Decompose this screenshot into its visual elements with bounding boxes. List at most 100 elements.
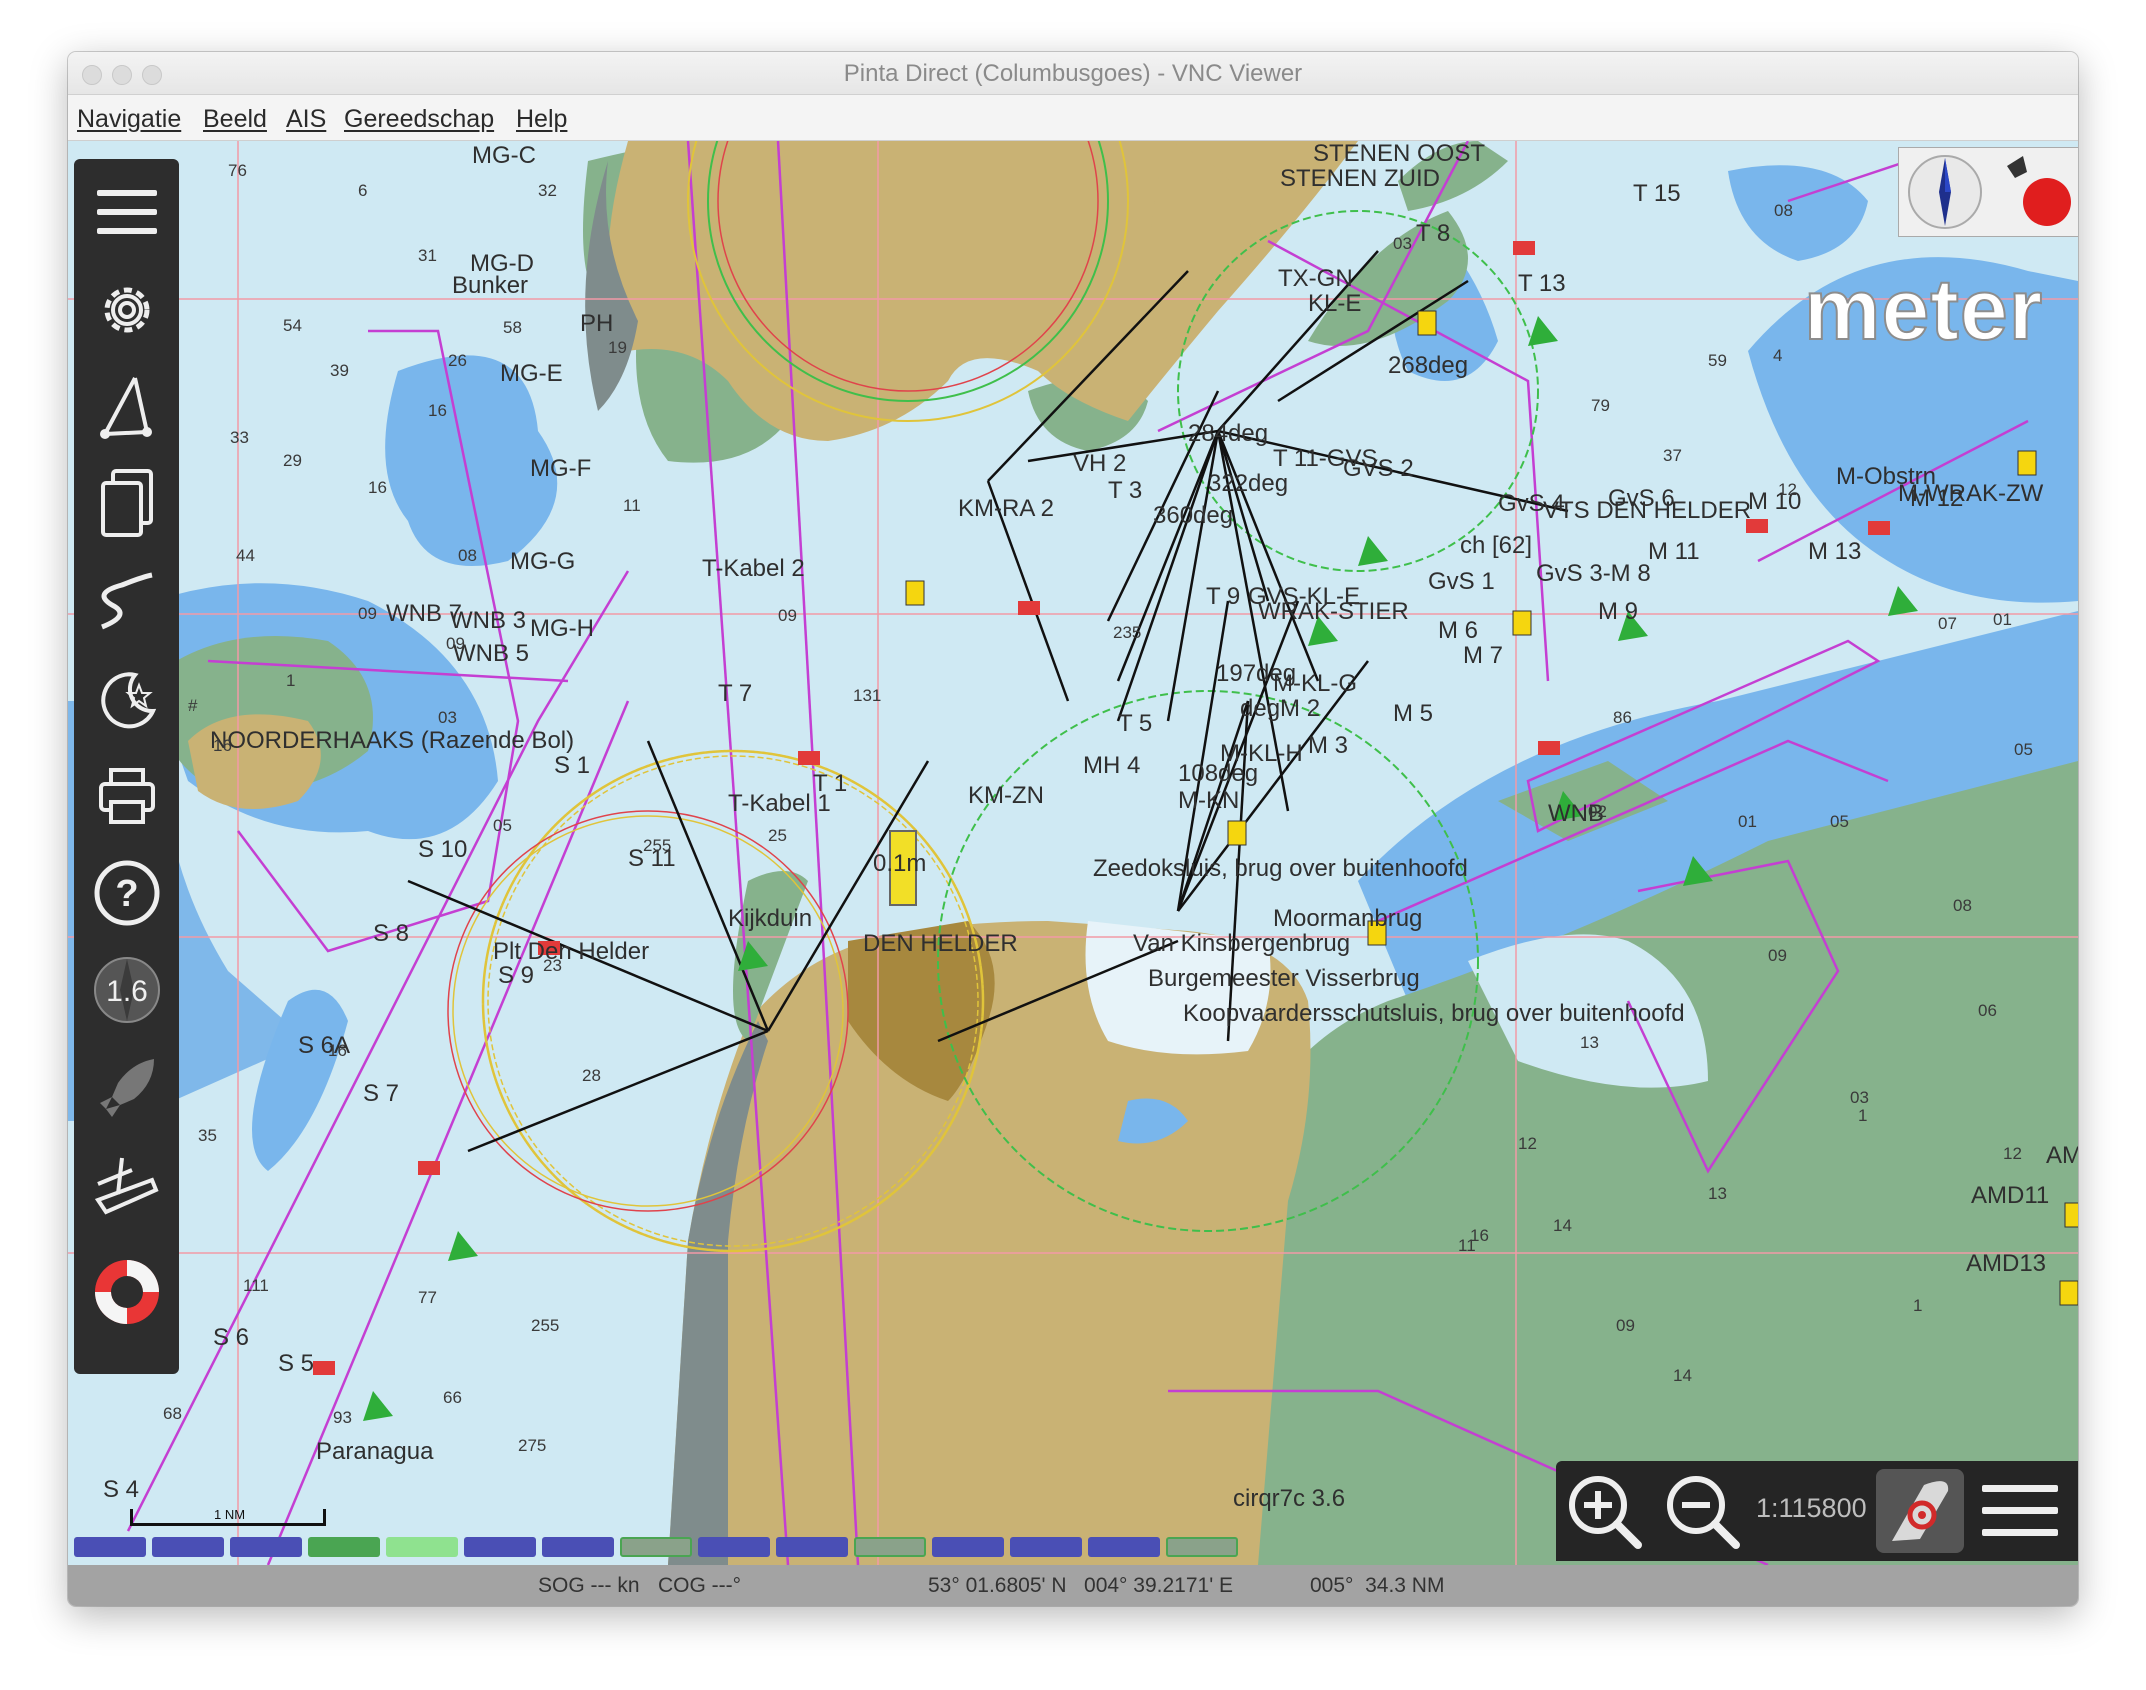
svg-text:76: 76	[228, 161, 247, 180]
menu-ais[interactable]: AIS	[286, 105, 326, 134]
compass-panel	[1898, 147, 2078, 237]
north-arrow-icon[interactable]	[1905, 152, 1985, 232]
boat-position-icon[interactable]	[1876, 1469, 1964, 1553]
lifebuoy-icon[interactable]	[84, 1249, 170, 1335]
svg-text:1: 1	[286, 671, 295, 690]
svg-text:03: 03	[1850, 1088, 1869, 1107]
chart-canvas[interactable]: STENEN OOST STENEN ZUID T 15 MG-C MG-D B…	[68, 141, 2078, 1565]
svg-text:79: 79	[1591, 396, 1610, 415]
svg-text:108deg: 108deg	[1178, 760, 1258, 787]
units-overlay: meter	[1803, 261, 2044, 359]
svg-text:13: 13	[1580, 1033, 1599, 1052]
svg-text:S 7: S 7	[363, 1080, 399, 1107]
print-icon[interactable]	[84, 753, 170, 839]
chart-scale[interactable]: 1:115800	[1756, 1493, 1867, 1524]
svg-text:T-Kabel 2: T-Kabel 2	[702, 555, 805, 582]
svg-text:4: 4	[1773, 346, 1782, 365]
svg-text:MH 4: MH 4	[1083, 752, 1140, 779]
svg-text:05: 05	[493, 816, 512, 835]
svg-text:08: 08	[458, 546, 477, 565]
svg-text:T 15: T 15	[1633, 180, 1681, 207]
svg-text:02: 02	[1588, 802, 1607, 821]
svg-text:T 8: T 8	[1416, 220, 1450, 247]
speed-compass-icon[interactable]: 1.6	[84, 947, 170, 1033]
svg-text:STENEN ZUID: STENEN ZUID	[1280, 165, 1440, 192]
svg-text:68: 68	[163, 1404, 182, 1423]
track-icon[interactable]	[84, 559, 170, 645]
svg-text:Moormanbrug: Moormanbrug	[1273, 905, 1422, 932]
svg-text:NOORDERHAAKS (Razende Bol): NOORDERHAAKS (Razende Bol)	[210, 727, 574, 754]
hamburger-menu-icon[interactable]	[84, 169, 170, 255]
svg-text:29: 29	[283, 451, 302, 470]
svg-text:08: 08	[1953, 896, 1972, 915]
svg-text:M 11: M 11	[1648, 538, 1700, 565]
menu-help[interactable]: Help	[516, 105, 567, 134]
svg-text:AM: AM	[2046, 1142, 2078, 1169]
svg-text:268deg: 268deg	[1388, 352, 1468, 379]
documents-icon[interactable]	[84, 461, 170, 547]
svg-text:GvS 1: GvS 1	[1428, 568, 1495, 595]
svg-text:1: 1	[1913, 1296, 1922, 1315]
svg-text:05: 05	[1830, 812, 1849, 831]
svg-text:Paranagua: Paranagua	[316, 1438, 434, 1465]
shallow-water-area	[1728, 165, 1868, 261]
rocket-icon[interactable]	[84, 1045, 170, 1131]
nautical-chart[interactable]: STENEN OOST STENEN ZUID T 15 MG-C MG-D B…	[68, 141, 2078, 1565]
svg-text:Bunker: Bunker	[452, 272, 528, 299]
svg-text:25: 25	[768, 826, 787, 845]
svg-text:131: 131	[853, 686, 881, 705]
svg-text:VH 2: VH 2	[1073, 450, 1126, 477]
svg-text:VTS DEN HELDER: VTS DEN HELDER	[1543, 497, 1751, 524]
svg-text:05: 05	[2014, 740, 2033, 759]
svg-text:S 9: S 9	[498, 962, 534, 989]
menu-gereedschap[interactable]: Gereedschap	[344, 105, 494, 134]
svg-text:AMD11: AMD11	[1971, 1182, 2049, 1209]
depth-color-strip	[74, 1537, 1238, 1557]
speed-value: 1.6	[106, 975, 148, 1008]
route-compass-icon[interactable]	[84, 364, 170, 450]
svg-text:12: 12	[1778, 480, 1797, 499]
strip-segment	[620, 1537, 692, 1557]
window-title: Pinta Direct (Columbusgoes) - VNC Viewer	[843, 60, 1303, 87]
zoom-out-icon[interactable]	[1658, 1469, 1746, 1553]
svg-text:M 6: M 6	[1438, 617, 1478, 644]
svg-text:ch [62]: ch [62]	[1460, 532, 1532, 559]
svg-text:255: 255	[643, 836, 671, 855]
svg-text:11: 11	[623, 496, 641, 515]
svg-text:16: 16	[368, 478, 387, 497]
svg-text:M 3: M 3	[1308, 732, 1348, 759]
svg-text:S 10: S 10	[418, 836, 467, 863]
svg-text:54: 54	[283, 316, 302, 335]
svg-text:111: 111	[243, 1276, 269, 1295]
svg-text:275: 275	[518, 1436, 546, 1455]
svg-text:WNB 3: WNB 3	[450, 607, 526, 634]
record-track-icon[interactable]	[1997, 152, 2077, 232]
strip-segment	[932, 1537, 1004, 1557]
svg-text:MG-E: MG-E	[500, 360, 563, 387]
menu-navigatie[interactable]: Navigatie	[77, 105, 181, 134]
svg-text:09: 09	[778, 606, 797, 625]
svg-text:28: 28	[582, 1066, 601, 1085]
svg-text:M 12: M 12	[1910, 485, 1963, 512]
menu-beeld[interactable]: Beeld	[203, 105, 267, 134]
title-bar[interactable]: Pinta Direct (Columbusgoes) - VNC Viewer	[68, 52, 2078, 95]
svg-text:1: 1	[1858, 1106, 1867, 1125]
svg-text:Burgemeester Visserbrug: Burgemeester Visserbrug	[1148, 965, 1420, 992]
list-menu-icon[interactable]	[1976, 1469, 2064, 1553]
zoom-in-icon[interactable]	[1560, 1469, 1648, 1553]
svg-text:32: 32	[538, 181, 557, 200]
svg-text:TX-GN: TX-GN	[1278, 265, 1353, 292]
svg-text:M-KN: M-KN	[1178, 787, 1239, 814]
svg-text:06: 06	[1978, 1001, 1997, 1020]
svg-text:MG-G: MG-G	[510, 548, 575, 575]
strip-segment	[776, 1537, 848, 1557]
night-mode-icon[interactable]	[84, 656, 170, 742]
svg-text:09: 09	[1616, 1316, 1635, 1335]
svg-text:T-Kabel 1: T-Kabel 1	[728, 790, 831, 817]
svg-text:WRAK-STIER: WRAK-STIER	[1258, 598, 1409, 625]
svg-text:235: 235	[1113, 623, 1141, 642]
settings-gear-icon[interactable]	[84, 267, 170, 353]
help-icon[interactable]: ?	[84, 850, 170, 936]
bearing-distance: 005° 34.3 NM	[1310, 1574, 1445, 1597]
boat-icon[interactable]	[84, 1142, 170, 1228]
